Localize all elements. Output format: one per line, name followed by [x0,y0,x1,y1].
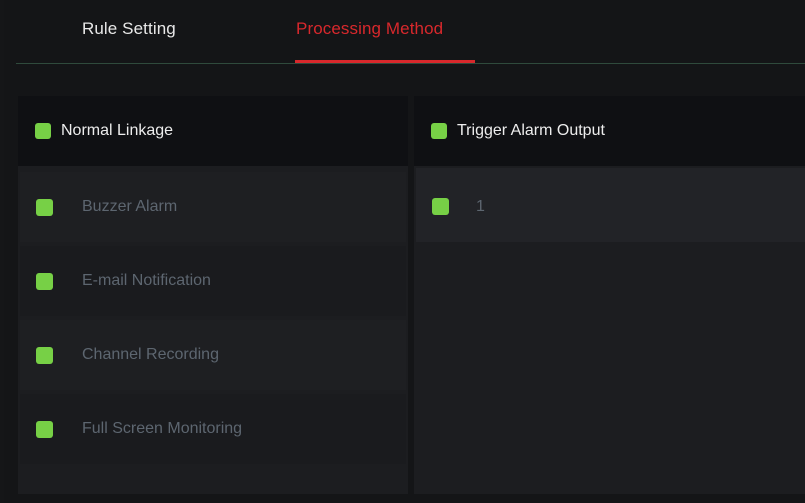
tab-bar: Rule Setting Processing Method [4,0,805,66]
tab-processing-method[interactable]: Processing Method [296,19,443,39]
tab-divider [16,63,805,64]
channel-recording-label: Channel Recording [82,346,219,363]
buzzer-alarm-label: Buzzer Alarm [82,198,178,215]
trigger-alarm-output-label: Trigger Alarm Output [457,122,605,139]
list-item-channel-recording[interactable]: Channel Recording [20,320,406,390]
normal-linkage-label: Normal Linkage [61,122,174,139]
trigger-alarm-output-panel: Trigger Alarm Output 1 [414,96,805,494]
alarm-output-1-checkbox[interactable] [432,198,449,215]
list-item-full-screen-monitoring[interactable]: Full Screen Monitoring [20,394,406,464]
trigger-alarm-output-checkbox[interactable] [431,123,447,139]
normal-linkage-panel: Normal Linkage Buzzer Alarm E-mail Notif… [18,96,408,494]
tab-rule-setting[interactable]: Rule Setting [82,19,176,39]
full-screen-monitoring-checkbox[interactable] [36,421,53,438]
list-item-alarm-output-1[interactable]: 1 [416,168,805,242]
normal-linkage-header: Normal Linkage [18,96,408,166]
normal-linkage-checkbox[interactable] [35,123,51,139]
trigger-alarm-output-header: Trigger Alarm Output [414,96,805,166]
channel-recording-checkbox[interactable] [36,347,53,364]
list-item-buzzer-alarm[interactable]: Buzzer Alarm [20,172,406,242]
email-notification-label: E-mail Notification [82,272,211,289]
alarm-output-1-label: 1 [476,198,485,215]
processing-method-page: Rule Setting Processing Method Normal Li… [4,0,805,503]
buzzer-alarm-checkbox[interactable] [36,199,53,216]
list-item-email-notification[interactable]: E-mail Notification [20,246,406,316]
email-notification-checkbox[interactable] [36,273,53,290]
full-screen-monitoring-label: Full Screen Monitoring [82,420,243,437]
